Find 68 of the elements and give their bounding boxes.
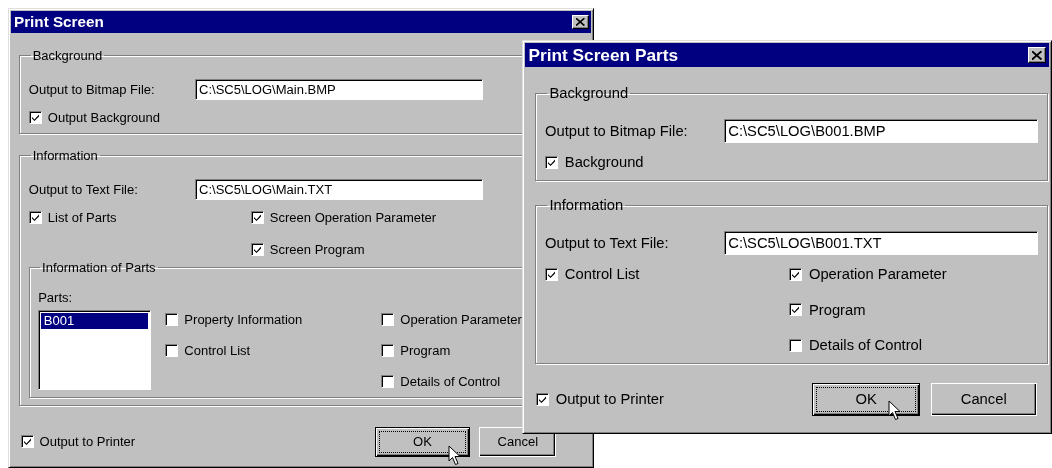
checkbox-label: Operation Parameter bbox=[400, 311, 522, 327]
checkbox-label: Details of Control bbox=[400, 373, 501, 389]
checkbox-label: Control List bbox=[184, 342, 251, 358]
checkbox[interactable] bbox=[28, 110, 42, 124]
dialog-button[interactable]: Cancel bbox=[930, 382, 1037, 417]
checkbox[interactable] bbox=[535, 392, 549, 406]
field-label: Output to Bitmap File: bbox=[28, 81, 156, 97]
checkbox[interactable] bbox=[789, 267, 803, 281]
list-item[interactable]: B001 bbox=[41, 313, 148, 329]
checkbox[interactable] bbox=[250, 242, 264, 256]
group-title: Background bbox=[31, 48, 104, 64]
close-button[interactable] bbox=[572, 14, 589, 29]
checkbox-label: Control List bbox=[564, 266, 640, 283]
checkbox[interactable] bbox=[250, 210, 264, 224]
check-mark-icon bbox=[22, 437, 32, 447]
checkbox[interactable] bbox=[20, 435, 34, 449]
checkbox[interactable] bbox=[545, 155, 559, 169]
group-title: Information bbox=[548, 197, 625, 214]
check-mark-icon bbox=[30, 112, 40, 122]
window-title: Print Screen Parts bbox=[528, 44, 679, 66]
path-field[interactable]: C:\SC5\LOG\B001.TXT bbox=[723, 230, 1038, 255]
list-label: Parts: bbox=[38, 290, 74, 306]
close-icon bbox=[1032, 50, 1042, 60]
checkbox-label: Output to Printer bbox=[555, 391, 664, 408]
checkbox[interactable] bbox=[165, 343, 179, 357]
parts-list[interactable]: B001 bbox=[38, 310, 151, 391]
window-title: Print Screen bbox=[14, 13, 104, 31]
check-mark-icon bbox=[252, 212, 262, 222]
checkbox-label: Details of Control bbox=[808, 337, 923, 354]
field-label: Output to Text File: bbox=[28, 181, 139, 197]
group-title: Information of Parts bbox=[41, 259, 157, 275]
check-mark-icon bbox=[791, 305, 801, 315]
check-mark-icon bbox=[30, 212, 40, 222]
checkbox[interactable] bbox=[789, 338, 803, 352]
checkbox-label: List of Parts bbox=[47, 209, 117, 225]
group-title: Background bbox=[548, 85, 630, 102]
check-mark-icon bbox=[547, 157, 557, 167]
check-mark-icon bbox=[791, 269, 801, 279]
dialog-button[interactable]: OK bbox=[812, 382, 920, 417]
checkbox[interactable] bbox=[381, 374, 395, 388]
checkbox-label: Background bbox=[564, 154, 644, 171]
checkbox-label: Property Information bbox=[184, 311, 303, 327]
pointer-icon bbox=[448, 445, 463, 467]
checkbox-label: Program bbox=[808, 301, 866, 318]
field-label: Output to Bitmap File: bbox=[545, 122, 689, 139]
path-field[interactable]: C:\SC5\LOG\Main.TXT bbox=[194, 178, 483, 200]
group-title: Information bbox=[31, 148, 99, 164]
close-button[interactable] bbox=[1027, 47, 1047, 64]
checkbox-label: Output to Printer bbox=[39, 434, 136, 450]
checkbox-label: Screen Program bbox=[269, 241, 365, 257]
path-field[interactable]: C:\SC5\LOG\Main.BMP bbox=[194, 78, 483, 100]
checkbox[interactable] bbox=[381, 312, 395, 326]
checkbox[interactable] bbox=[545, 267, 559, 281]
field-label: Output to Text File: bbox=[545, 234, 670, 251]
checkbox-label: Program bbox=[400, 342, 451, 358]
checkbox-label: Operation Parameter bbox=[808, 266, 947, 283]
path-field[interactable]: C:\SC5\LOG\B001.BMP bbox=[723, 118, 1038, 143]
checkbox[interactable] bbox=[165, 312, 179, 326]
checkbox-label: Output Background bbox=[47, 109, 160, 125]
checkbox[interactable] bbox=[789, 303, 803, 317]
check-mark-icon bbox=[547, 269, 557, 279]
checkbox[interactable] bbox=[28, 210, 42, 224]
check-mark-icon bbox=[537, 394, 547, 404]
checkbox-label: Screen Operation Parameter bbox=[269, 209, 437, 225]
close-icon bbox=[576, 17, 585, 26]
check-mark-icon bbox=[252, 244, 262, 254]
pointer-icon bbox=[888, 399, 903, 421]
checkbox[interactable] bbox=[381, 343, 395, 357]
